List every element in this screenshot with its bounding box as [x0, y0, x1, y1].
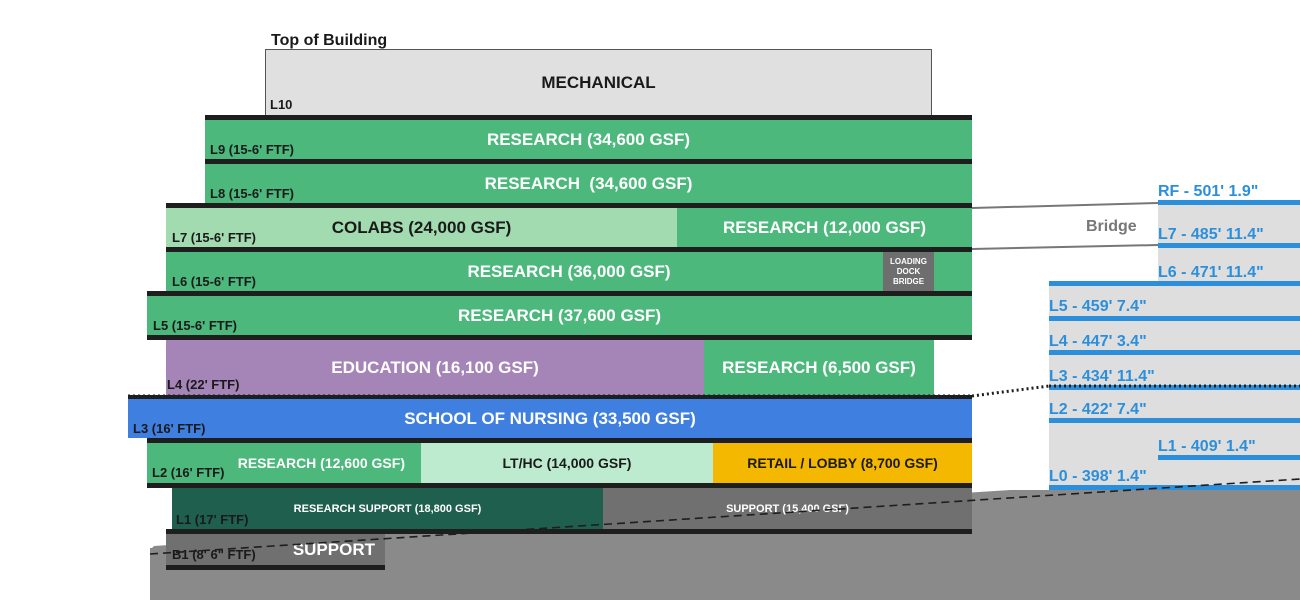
- l3-dotted-line-right: [971, 384, 1050, 398]
- grade-dashed-line: [149, 478, 1300, 555]
- bridge-line-top: [971, 202, 1159, 209]
- overlay-lines: [128, 202, 1300, 555]
- bridge-line-bottom: [971, 244, 1159, 250]
